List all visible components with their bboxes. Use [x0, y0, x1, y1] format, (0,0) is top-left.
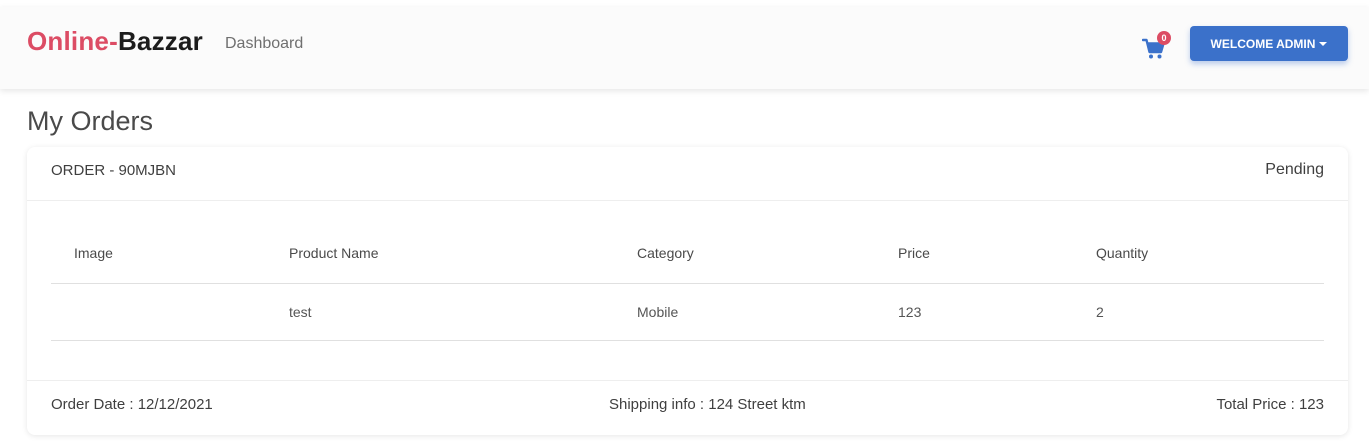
cell-image	[51, 283, 266, 341]
order-status: Pending	[1265, 161, 1324, 178]
order-card: ORDER - 90MJBN Pending Image Product Nam…	[27, 147, 1348, 435]
column-header-quantity: Quantity	[1073, 224, 1324, 284]
nav-link-dashboard[interactable]: Dashboard	[225, 35, 303, 53]
column-header-product-name: Product Name	[266, 224, 614, 284]
order-card-footer: Order Date : 12/12/2021 Shipping info : …	[27, 380, 1348, 435]
table-header-row: Image Product Name Category Price Quanti…	[51, 224, 1324, 284]
brand-logo[interactable]: Online-Bazzar	[27, 26, 203, 57]
order-card-header: ORDER - 90MJBN Pending	[27, 147, 1348, 201]
order-items-table: Image Product Name Category Price Quanti…	[51, 224, 1324, 341]
total-price: Total Price : 123	[1216, 396, 1324, 413]
column-header-category: Category	[614, 224, 875, 284]
user-menu-dropdown[interactable]: WELCOME ADMIN	[1190, 26, 1348, 61]
cart-button[interactable]: 0	[1142, 31, 1172, 62]
cell-quantity: 2	[1073, 283, 1324, 341]
order-id: ORDER - 90MJBN	[51, 162, 177, 179]
cell-price: 123	[875, 283, 1073, 341]
page-title: My Orders	[27, 106, 154, 136]
cell-category: Mobile	[614, 283, 875, 341]
caret-down-icon	[1319, 42, 1328, 46]
column-header-price: Price	[875, 224, 1073, 284]
shipping-info: Shipping info : 124 Street ktm	[609, 396, 806, 413]
table-row: test Mobile 123 2	[51, 283, 1324, 341]
user-menu-label: WELCOME ADMIN	[1210, 36, 1316, 51]
order-date: Order Date : 12/12/2021	[51, 396, 213, 413]
navbar: Online-Bazzar Dashboard 0 WELCOME ADMIN	[0, 7, 1369, 89]
cart-count-badge: 0	[1157, 31, 1171, 45]
brand-part-bazzar: Bazzar	[117, 26, 203, 56]
cell-product-name: test	[266, 283, 614, 341]
brand-part-online: Online-	[27, 26, 118, 56]
column-header-image: Image	[51, 224, 266, 284]
